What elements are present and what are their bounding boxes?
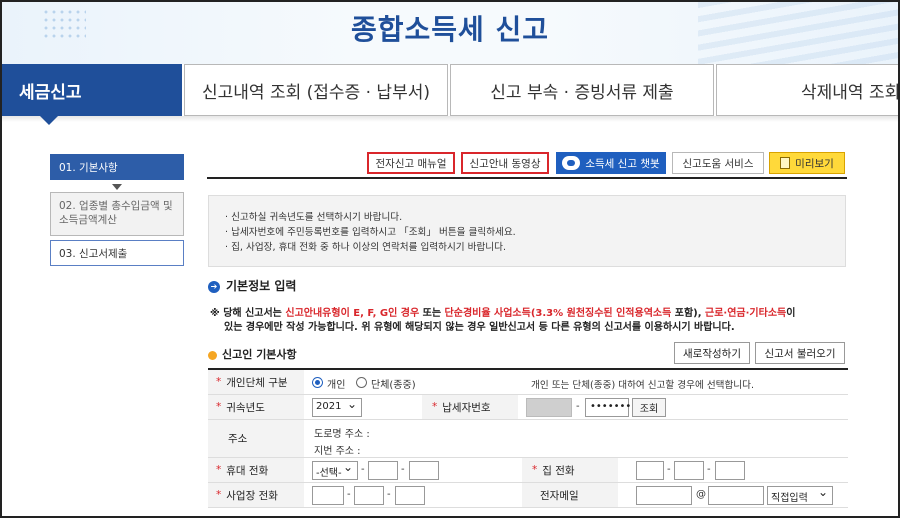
radio-individual[interactable] <box>312 377 323 388</box>
radio-group-label: 단체(종중) <box>371 380 416 391</box>
step-submit[interactable]: 03. 신고서제출 <box>50 240 184 266</box>
office-phone-2[interactable] <box>354 486 384 505</box>
chatbot-label: 소득세 신고 챗봇 <box>585 157 660 170</box>
notice-line: · 신고하실 귀속년도를 선택하시기 바랍니다. <box>225 212 403 223</box>
form-row-year: *귀속년도 2021 *납세자번호 - ••••••• 조회 <box>208 395 848 420</box>
home-phone-3[interactable] <box>715 461 745 480</box>
notice-line: · 납세자번호에 주민등록번호를 입력하시고 「조회」 버튼을 클릭하세요. <box>225 227 516 238</box>
email-id-input[interactable] <box>636 486 692 505</box>
email-domain-input[interactable] <box>708 486 764 505</box>
radio-individual-label: 개인 <box>327 380 346 391</box>
preview-icon <box>780 157 791 169</box>
form-row-phone: *휴대 전화 -선택- - - *집 전화 - - <box>208 458 848 483</box>
tab-attachments[interactable]: 신고 부속 · 증빙서류 제출 <box>450 64 714 116</box>
manual-button[interactable]: 전자신고 매뉴얼 <box>367 152 455 174</box>
tab-history[interactable]: 신고내역 조회 (접수증 · 납부서) <box>184 64 448 116</box>
mobile-prefix-select[interactable]: -선택- <box>312 460 358 480</box>
bullet-icon <box>208 350 217 360</box>
arrow-circle-icon: ➔ <box>208 280 220 293</box>
warning-text: ※ 당해 신고서는 신고안내유형이 E, F, G인 경우 또는 단순경비율 사… <box>210 308 796 333</box>
taxpayer-label: * 납세자번호 <box>422 395 518 419</box>
active-tab-pointer <box>40 116 58 125</box>
window-frame: 종합소득세 신고 세금신고 신고내역 조회 (접수증 · 납부서) 신고 부속 … <box>0 0 900 518</box>
address-label: 주소 <box>208 420 304 457</box>
road-address-label: 도로명 주소 : <box>314 429 370 440</box>
step-nav: 01. 기본사항 02. 업종별 총수입금액 및 소득금액계산 03. 신고서제… <box>50 154 184 266</box>
preview-button[interactable]: 미리보기 <box>769 152 845 174</box>
mobile-mid-input[interactable] <box>368 461 398 480</box>
year-label: * 귀속년도 <box>208 395 304 419</box>
home-phone-2[interactable] <box>674 461 704 480</box>
chatbot-icon <box>562 156 581 170</box>
help-service-button[interactable]: 신고도움 서비스 <box>672 152 764 174</box>
tab-deleted[interactable]: 삭제내역 조회 <box>716 64 898 116</box>
new-write-button[interactable]: 새로작성하기 <box>674 342 750 364</box>
home-phone-label: * 집 전화 <box>522 458 618 482</box>
email-label: 전자메일 <box>522 483 618 507</box>
tab-shadow <box>2 116 898 122</box>
mobile-label: * 휴대 전화 <box>208 458 304 482</box>
home-phone-1[interactable] <box>636 461 664 480</box>
taxpayer-front-input[interactable] <box>526 398 572 417</box>
lookup-button[interactable]: 조회 <box>632 398 666 417</box>
form-row-address: 주소 도로명 주소 : 지번 주소 : <box>208 420 848 458</box>
preview-label: 미리보기 <box>795 157 834 170</box>
page-header: 종합소득세 신고 <box>2 2 898 64</box>
main-tabs: 세금신고 신고내역 조회 (접수증 · 납부서) 신고 부속 · 증빙서류 제출… <box>2 64 898 116</box>
tab-tax-return[interactable]: 세금신고 <box>2 64 182 116</box>
chatbot-button[interactable]: 소득세 신고 챗봇 <box>556 152 666 174</box>
email-domain-select[interactable]: 직접입력 <box>767 485 833 505</box>
office-phone-3[interactable] <box>395 486 425 505</box>
step-basic-info[interactable]: 01. 기본사항 <box>50 154 184 180</box>
type-hint: 개인 또는 단체(종중) 대하여 신고할 경우에 선택합니다. <box>531 380 755 391</box>
type-label: * 개인단체 구분 <box>208 370 304 394</box>
radio-group[interactable] <box>356 377 367 388</box>
video-button[interactable]: 신고안내 동영상 <box>461 152 549 174</box>
taxpayer-dash: - <box>576 401 580 412</box>
load-return-button[interactable]: 신고서 불러오기 <box>755 342 845 364</box>
year-select[interactable]: 2021 <box>312 397 362 417</box>
reporter-title: 신고인 기본사항 <box>208 346 297 362</box>
page-title: 종합소득세 신고 <box>350 13 550 46</box>
section-title: ➔ 기본정보 입력 <box>208 277 296 294</box>
notice-line: · 집, 사업장, 휴대 전화 중 하나 이상의 연락처를 입력하시기 바랍니다… <box>225 242 507 253</box>
taxpayer-back-input[interactable]: ••••••• <box>585 398 631 417</box>
toolbar-divider <box>207 177 847 179</box>
office-phone-label: * 사업장 전화 <box>208 483 304 507</box>
mobile-last-input[interactable] <box>409 461 439 480</box>
basic-info-form: * 개인단체 구분 개인 단체(종중) 개인 또는 단체(종중) 대하여 신고할 … <box>208 368 848 508</box>
notice-box: · 신고하실 귀속년도를 선택하시기 바랍니다. · 납세자번호에 주민등록번호… <box>208 195 846 267</box>
step-arrow-icon <box>112 184 122 190</box>
form-row-type: * 개인단체 구분 개인 단체(종중) 개인 또는 단체(종중) 대하여 신고할 … <box>208 370 848 395</box>
step-income-calc[interactable]: 02. 업종별 총수입금액 및 소득금액계산 <box>50 192 184 236</box>
lot-address-label: 지번 주소 : <box>314 446 361 457</box>
office-phone-1[interactable] <box>312 486 344 505</box>
form-row-office: * 사업장 전화 - - 전자메일 @ 직접입력 <box>208 483 848 508</box>
